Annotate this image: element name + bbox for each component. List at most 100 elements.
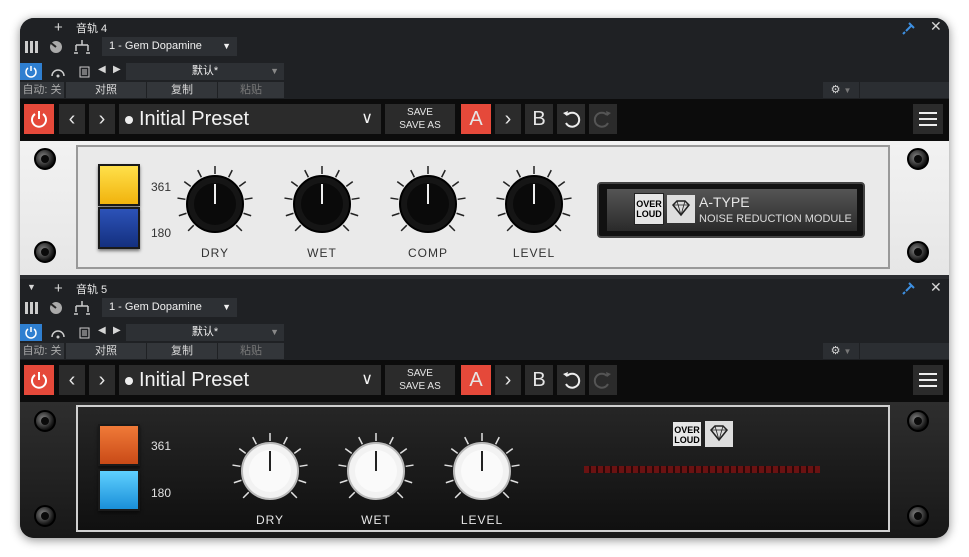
display-title: A-TYPE: [699, 194, 750, 210]
redo-button[interactable]: [589, 365, 617, 395]
arrow-left-icon[interactable]: ◀: [98, 64, 106, 75]
host-preset-select[interactable]: 默认* ▼: [126, 63, 284, 80]
plugin-name: 1 - Gem Dopamine: [109, 301, 202, 313]
knob-dry[interactable]: [225, 426, 315, 516]
chevron-down-icon: ▼: [270, 66, 279, 76]
copy-button[interactable]: 复制: [147, 342, 217, 359]
preset-selector[interactable]: Initial Preset ∨: [119, 104, 381, 134]
knob-dry[interactable]: [170, 159, 260, 249]
routing-icon[interactable]: [73, 300, 91, 316]
preset-name: Initial Preset: [139, 369, 250, 391]
bars-icon[interactable]: [25, 302, 39, 314]
settings-button[interactable]: ⚙ ▼: [823, 342, 859, 359]
track-name: 音轨 5: [76, 284, 108, 296]
knob-wet[interactable]: [277, 159, 367, 249]
chevron-left-icon: ‹: [68, 107, 76, 130]
save-as-button[interactable]: SAVE AS: [399, 119, 441, 132]
dial-icon[interactable]: [49, 301, 63, 315]
save-button[interactable]: SAVE: [407, 106, 433, 119]
copy-button[interactable]: 复制: [147, 81, 217, 98]
rack-unit-dark: 361 180 DRY WET LEVEL OVER LOUD: [20, 402, 949, 538]
brand-bottom: LOUD: [674, 435, 700, 445]
chevron-right-icon: ›: [504, 107, 512, 130]
routing-icon[interactable]: [73, 39, 91, 55]
close-icon[interactable]: ✕: [930, 18, 942, 35]
settings-button[interactable]: ⚙ ▼: [823, 81, 859, 98]
menu-button[interactable]: [913, 365, 943, 395]
prev-preset-button[interactable]: ‹: [59, 365, 85, 395]
arrow-right-icon[interactable]: ▶: [113, 325, 121, 336]
next-preset-button[interactable]: ›: [89, 365, 115, 395]
gem-icon: [705, 421, 733, 447]
knob-level[interactable]: [489, 159, 579, 249]
rack-unit-light: 361 180 DRY WET COMP LEVEL OVER LOUD A-TYPE …: [20, 141, 949, 275]
plugin-select[interactable]: 1 - Gem Dopamine ▼: [102, 298, 237, 317]
label-361: 361: [151, 439, 172, 453]
settings-spacer: [860, 81, 949, 98]
track-panel-4: + 音轨 4 1 - Gem Dopamine ▼ ◀ ▶ 默认* ▼ 自动: …: [20, 18, 949, 279]
paste-button[interactable]: 粘贴: [218, 342, 284, 359]
auto-off-button[interactable]: 自动: 关: [20, 342, 64, 359]
host-preset-label: 默认*: [191, 326, 219, 338]
plugin-power-button[interactable]: [24, 104, 54, 134]
bars-icon[interactable]: [25, 41, 39, 53]
save-button-group: SAVE SAVE AS: [385, 365, 455, 395]
chevron-down-icon: ▼: [222, 302, 231, 312]
save-button[interactable]: SAVE: [407, 367, 433, 380]
power-toggle[interactable]: [20, 63, 42, 80]
plugin-power-button[interactable]: [24, 365, 54, 395]
dial-icon[interactable]: [49, 40, 63, 54]
document-icon[interactable]: [79, 66, 90, 78]
host-preset-select[interactable]: 默认* ▼: [126, 324, 284, 341]
redo-button[interactable]: [589, 104, 617, 134]
pin-icon[interactable]: [902, 281, 916, 295]
undo-button[interactable]: [557, 365, 585, 395]
screw-icon: [907, 148, 929, 170]
preset-180-button[interactable]: [98, 469, 140, 511]
compare-button[interactable]: 对照: [66, 342, 146, 359]
preset-selector[interactable]: Initial Preset ∨: [119, 365, 381, 395]
pin-icon[interactable]: [902, 21, 916, 35]
automation-icon[interactable]: [50, 327, 66, 339]
copy-a-to-b-button[interactable]: ›: [495, 365, 521, 395]
preset-180-button[interactable]: [98, 207, 140, 249]
knob-comp[interactable]: [383, 159, 473, 249]
b-slot-button[interactable]: B: [525, 365, 553, 395]
preset-361-button[interactable]: [98, 424, 140, 466]
copy-a-to-b-button[interactable]: ›: [495, 104, 521, 134]
undo-icon: [563, 372, 581, 389]
brand-top: OVER: [674, 425, 700, 435]
automation-icon[interactable]: [50, 66, 66, 78]
paste-button[interactable]: 粘贴: [218, 81, 284, 98]
chevron-down-icon: ▼: [270, 327, 279, 337]
save-as-button[interactable]: SAVE AS: [399, 380, 441, 393]
plugin-select[interactable]: 1 - Gem Dopamine ▼: [102, 37, 237, 56]
close-icon[interactable]: ✕: [930, 279, 942, 296]
b-slot-button[interactable]: B: [525, 104, 553, 134]
power-icon: [31, 372, 47, 389]
auto-off-button[interactable]: 自动: 关: [20, 81, 64, 98]
a-slot-button[interactable]: A: [461, 365, 491, 395]
document-icon[interactable]: [79, 327, 90, 339]
menu-button[interactable]: [913, 104, 943, 134]
screw-icon: [907, 410, 929, 432]
compare-button[interactable]: 对照: [66, 81, 146, 98]
chevron-down-icon: ▼: [222, 41, 231, 51]
add-icon[interactable]: +: [54, 19, 63, 36]
knob-label-comp: COMP: [408, 246, 448, 260]
add-icon[interactable]: +: [54, 280, 63, 297]
a-slot-button[interactable]: A: [461, 104, 491, 134]
power-toggle[interactable]: [20, 324, 42, 341]
overloud-logo: OVER LOUD: [634, 193, 664, 225]
next-preset-button[interactable]: ›: [89, 104, 115, 134]
knob-wet[interactable]: [331, 426, 421, 516]
preset-361-button[interactable]: [98, 164, 140, 206]
collapse-icon[interactable]: ▼: [27, 282, 36, 292]
redo-icon: [593, 111, 611, 128]
arrow-left-icon[interactable]: ◀: [98, 325, 106, 336]
undo-button[interactable]: [557, 104, 585, 134]
prev-preset-button[interactable]: ‹: [59, 104, 85, 134]
arrow-right-icon[interactable]: ▶: [113, 64, 121, 75]
knob-level[interactable]: [437, 426, 527, 516]
screw-icon: [34, 505, 56, 527]
